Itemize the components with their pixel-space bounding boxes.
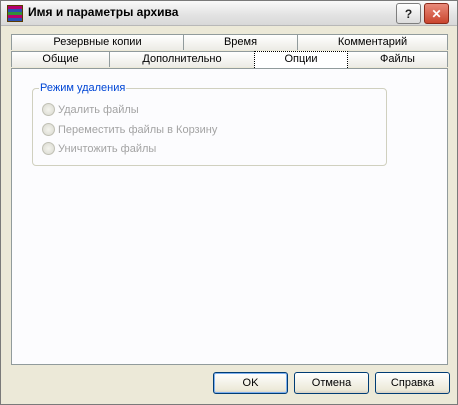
- radio-button-icon: [42, 142, 55, 155]
- help-title-button[interactable]: ?: [396, 3, 421, 24]
- radio-wipe-files[interactable]: Уничтожить файлы: [42, 142, 156, 155]
- delete-mode-group: Режим удаления Удалить файлы Переместить…: [32, 82, 387, 166]
- tab-advanced[interactable]: Дополнительно: [109, 51, 255, 67]
- cancel-button[interactable]: Отмена: [294, 372, 369, 394]
- radio-move-to-recycle-bin[interactable]: Переместить файлы в Корзину: [42, 123, 217, 136]
- group-title: Режим удаления: [39, 82, 127, 94]
- options-tab-panel: Режим удаления Удалить файлы Переместить…: [11, 68, 448, 365]
- close-icon: ✕: [431, 6, 442, 21]
- archive-icon: [7, 5, 23, 22]
- radio-label: Уничтожить файлы: [58, 142, 157, 155]
- tab-time[interactable]: Время: [183, 34, 298, 50]
- tab-files[interactable]: Файлы: [347, 51, 448, 67]
- radio-button-icon: [42, 103, 55, 116]
- tab-label: Опции: [284, 53, 318, 65]
- tab-label: Общие: [42, 53, 79, 65]
- tab-backup-copies[interactable]: Резервные копии: [11, 34, 184, 50]
- tab-label: Комментарий: [337, 36, 408, 48]
- radio-delete-files[interactable]: Удалить файлы: [42, 103, 139, 116]
- radio-label: Переместить файлы в Корзину: [58, 123, 218, 136]
- question-icon: ?: [404, 6, 413, 21]
- title-bar[interactable]: Имя и параметры архива ? ✕: [1, 1, 457, 26]
- tab-label: Файлы: [380, 53, 415, 65]
- help-button[interactable]: Справка: [375, 372, 450, 394]
- radio-button-icon: [42, 123, 55, 136]
- archive-dialog-window: Имя и параметры архива ? ✕ Резервные коп…: [0, 0, 458, 405]
- radio-label: Удалить файлы: [58, 103, 139, 116]
- tab-label: Время: [223, 36, 258, 48]
- tab-options[interactable]: Опции: [254, 51, 348, 68]
- window-title: Имя и параметры архива: [28, 5, 179, 19]
- close-button[interactable]: ✕: [424, 3, 449, 24]
- tab-general[interactable]: Общие: [11, 51, 110, 67]
- tab-label: Дополнительно: [142, 53, 222, 65]
- ok-button[interactable]: OK: [213, 372, 288, 394]
- tab-comment[interactable]: Комментарий: [297, 34, 448, 50]
- tab-label: Резервные копии: [53, 36, 142, 48]
